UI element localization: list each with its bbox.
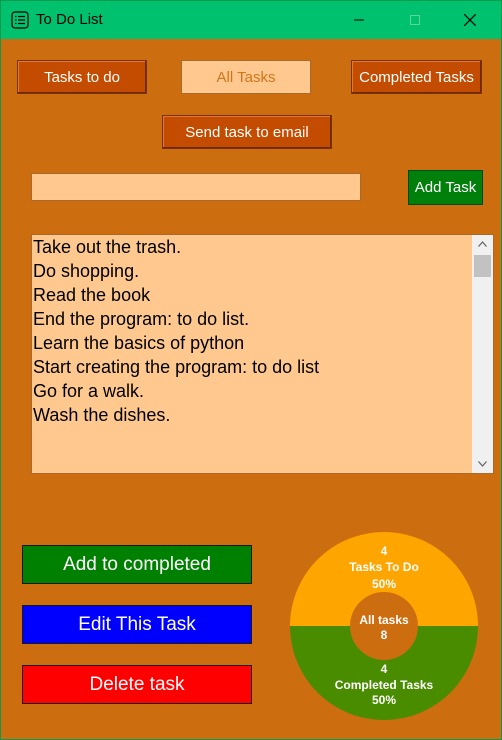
- edit-task-button[interactable]: Edit This Task: [22, 605, 252, 644]
- add-to-completed-button[interactable]: Add to completed: [22, 545, 252, 584]
- close-icon: [464, 14, 476, 26]
- list-item[interactable]: Take out the trash.: [32, 235, 493, 259]
- maximize-button[interactable]: [392, 1, 438, 39]
- todo-percent-label: 50%: [372, 577, 396, 591]
- todo-count-label: 4: [381, 544, 388, 558]
- app-window: To Do List Tasks to do All Tasks Complet…: [0, 0, 502, 740]
- todo-name-label: Tasks To Do: [349, 560, 419, 574]
- list-item[interactable]: Wash the dishes.: [32, 403, 493, 427]
- tab-all-tasks[interactable]: All Tasks: [181, 60, 311, 94]
- vertical-scrollbar[interactable]: [472, 235, 493, 473]
- center-total-label: 8: [381, 628, 388, 642]
- list-item[interactable]: Learn the basics of python: [32, 331, 493, 355]
- tab-tasks-to-do[interactable]: Tasks to do: [17, 60, 147, 94]
- completed-name-label: Completed Tasks: [335, 678, 434, 692]
- add-task-button[interactable]: Add Task: [408, 170, 483, 205]
- scrollbar-thumb[interactable]: [474, 255, 491, 277]
- tab-completed-tasks[interactable]: Completed Tasks: [351, 60, 482, 94]
- list-item[interactable]: Read the book: [32, 283, 493, 307]
- minimize-icon: [354, 19, 364, 21]
- list-icon: [11, 11, 29, 29]
- chevron-up-icon: [478, 241, 487, 247]
- list-item[interactable]: Do shopping.: [32, 259, 493, 283]
- chevron-down-icon: [478, 461, 487, 467]
- minimize-button[interactable]: [336, 1, 382, 39]
- task-list[interactable]: Take out the trash. Do shopping. Read th…: [31, 234, 494, 474]
- list-item[interactable]: End the program: to do list.: [32, 307, 493, 331]
- scroll-up-button[interactable]: [472, 235, 493, 253]
- list-item[interactable]: Go for a walk.: [32, 379, 493, 403]
- scroll-down-button[interactable]: [472, 455, 493, 473]
- window-title: To Do List: [36, 11, 103, 28]
- task-input[interactable]: [31, 173, 361, 201]
- center-title-label: All tasks: [359, 613, 409, 627]
- completed-count-label: 4: [381, 662, 388, 676]
- completed-percent-label: 50%: [372, 693, 396, 707]
- close-button[interactable]: [447, 1, 493, 39]
- delete-task-button[interactable]: Delete task: [22, 665, 252, 704]
- title-bar[interactable]: To Do List: [1, 1, 501, 39]
- maximize-icon: [410, 15, 420, 25]
- send-email-button[interactable]: Send task to email: [162, 115, 332, 149]
- tasks-donut-chart: 4 Tasks To Do 50% All tasks 8 4 Complete…: [290, 532, 478, 720]
- list-item[interactable]: Start creating the program: to do list: [32, 355, 493, 379]
